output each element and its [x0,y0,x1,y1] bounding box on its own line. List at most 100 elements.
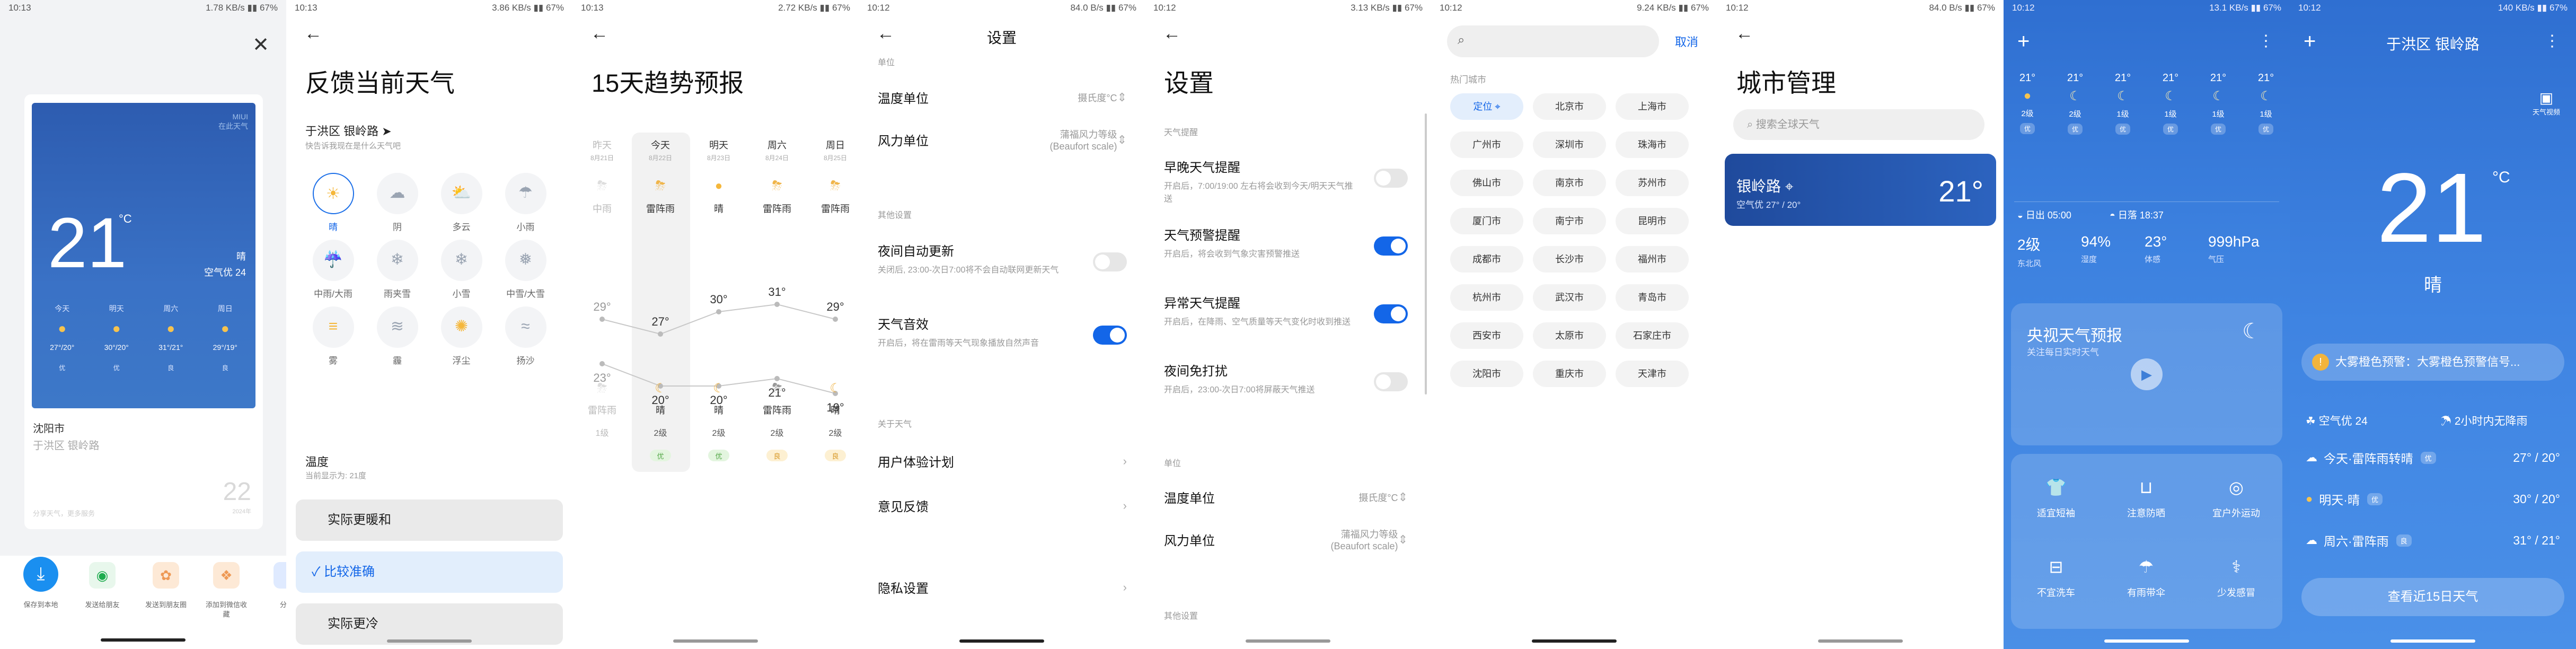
daily-row[interactable]: ☁ 周六·雷阵雨良 31° / 21° [2306,531,2560,549]
back-arrow-icon[interactable]: ← [304,23,322,44]
row-privacy[interactable]: 隐私设置 › [878,578,1127,597]
more-icon[interactable]: ⋮ [2544,32,2560,50]
city-chip[interactable]: 长沙市 [1533,246,1606,273]
city-chip[interactable]: 广州市 [1450,131,1523,158]
back-arrow-icon[interactable]: ← [1163,23,1181,44]
share-target-label[interactable]: 发送到朋友圈 [144,600,188,610]
city-chip[interactable]: 青岛市 [1616,284,1689,311]
moments-icon[interactable]: ✿ [153,562,179,589]
city-chip[interactable]: 福州市 [1616,246,1689,273]
option-warmer[interactable]: 实际更暖和 [296,499,563,541]
video-badge[interactable]: ▣ 天气视频 [2533,89,2560,117]
search-input[interactable]: ⌕ [1447,25,1659,57]
cancel-button[interactable]: 取消 [1675,33,1698,50]
row-temp-unit[interactable]: 温度单位 摄氏度°C ⇕ [878,88,1127,107]
city-chip[interactable]: 天津市 [1616,361,1689,387]
weather-option-light-rain[interactable]: ☂ 小雨 [493,173,558,240]
reminder-toggle[interactable] [1374,304,1408,323]
reminder-toggle[interactable] [1374,372,1408,391]
city-chip[interactable]: 石家庄市 [1616,322,1689,349]
row-ux-plan[interactable]: 用户体验计划 › [878,452,1127,470]
more-icon[interactable]: ⋮ [2258,32,2274,50]
back-arrow-icon[interactable]: ← [590,23,608,44]
toggle-night-update[interactable] [1093,252,1127,271]
play-icon[interactable]: ▶ [2131,358,2163,390]
daily-row[interactable]: ● 明天·晴优 30° / 20° [2306,490,2560,508]
row-feedback[interactable]: 意见反馈 › [878,496,1127,515]
city-chip[interactable]: 深圳市 [1533,131,1606,158]
weather-option-heavy-rain[interactable]: ☔ 中雨/大雨 [301,240,365,306]
city-chip[interactable]: 南京市 [1533,170,1606,196]
share-target-label[interactable]: 保存到本地 [19,600,63,610]
city-chip[interactable]: 沈阳市 [1450,361,1523,387]
add-icon[interactable]: + [2017,30,2030,54]
life-index-item[interactable]: 👕 适宜短袖 [2011,470,2101,549]
search-input[interactable]: ⌕ 搜索全球天气 [1733,109,1984,140]
weather-option-sunny[interactable]: ☀ 晴 [301,173,365,240]
city-chip[interactable]: 西安市 [1450,322,1523,349]
toggle-sound[interactable] [1093,326,1127,345]
weather-option-label: 扬沙 [516,356,535,366]
tv-card[interactable]: 央视天气预报 关注每日实时天气 ▶ ☾ [2011,303,2282,445]
city-chip[interactable]: 厦门市 [1450,208,1523,234]
favorite-icon[interactable]: ❖ [213,562,240,589]
weather-option-sleet[interactable]: ❄ 雨夹雪 [365,240,429,306]
city-card[interactable]: 银岭路 ⌖ 空气优 27° / 20° 21° [1725,154,1996,226]
life-index-item[interactable]: ◎ 宜户外运动 [2191,470,2281,549]
weather-option-cloudy[interactable]: ☁ 阴 [365,173,429,240]
reminder-row[interactable]: 天气预警提醒 开启后，将会收到气象灾害预警推送 [1164,225,1408,259]
life-index-item[interactable]: ☂ 有雨带伞 [2101,549,2191,629]
city-chip[interactable]: 武汉市 [1533,284,1606,311]
weather-option-partly-cloudy[interactable]: ⛅ 多云 [429,173,493,240]
city-chip[interactable]: 太原市 [1533,322,1606,349]
row-wind-unit[interactable]: 风力单位 蒲福风力等级 (Beaufort scale) ⇕ [878,127,1127,152]
city-chip-label: 重庆市 [1555,369,1584,379]
life-index-item[interactable]: ⊟ 不宜洗车 [2011,549,2101,629]
option-colder[interactable]: 实际更冷 [296,603,563,645]
reminder-toggle[interactable] [1374,169,1408,188]
city-chip[interactable]: 佛山市 [1450,170,1523,196]
row-temp-unit[interactable]: 温度单位 摄氏度°C ⇕ [1164,488,1408,506]
close-icon[interactable]: ✕ [252,33,269,57]
row-wind-unit[interactable]: 风力单位 蒲福风力等级 (Beaufort scale) ⇕ [1164,527,1408,552]
back-arrow-icon[interactable]: ← [1735,23,1753,44]
city-chip[interactable]: 北京市 [1533,93,1606,120]
reminder-row[interactable]: 夜间免打扰 开启后，23:00-次日7:00将屏蔽天气推送 [1164,361,1408,395]
reminder-toggle[interactable] [1374,236,1408,256]
row-night-update[interactable]: 夜间自动更新 关闭后, 23:00-次日7:00将不会自动联网更新天气 [878,241,1127,275]
city-chip[interactable]: 重庆市 [1533,361,1606,387]
card-day-temp: 27°/20° [50,343,75,352]
share-target-label[interactable]: 添加到微信收藏 [205,600,248,619]
weather-option-haze[interactable]: ≋ 霾 [365,306,429,373]
download-icon[interactable]: ⤓ [23,557,58,592]
option-accurate[interactable]: ✓ 比较准确 [296,551,563,593]
weather-option-dust[interactable]: ✺ 浮尘 [429,306,493,373]
reminder-title: 夜间免打扰 [1164,364,1228,379]
city-chip[interactable]: 南宁市 [1533,208,1606,234]
life-index-item[interactable]: ⚕ 少发感冒 [2191,549,2281,629]
more-share-icon[interactable] [274,562,286,589]
view-15day-button[interactable]: 查看近15日天气 [2301,578,2564,616]
scrollbar[interactable] [1425,113,1427,394]
weather-option-fog[interactable]: ≡ 雾 [301,306,365,373]
city-chip[interactable]: 上海市 [1616,93,1689,120]
life-index-item[interactable]: ⊔ 注意防晒 [2101,470,2191,549]
alert-banner[interactable]: ! 大雾橙色预警：大雾橙色预警信号... [2301,344,2564,381]
city-chip[interactable]: 杭州市 [1450,284,1523,311]
city-chip[interactable]: 成都市 [1450,246,1523,273]
weather-option-sand[interactable]: ≈ 扬沙 [493,306,558,373]
city-chip[interactable]: 苏州市 [1616,170,1689,196]
share-target-label[interactable]: 发送给朋友 [81,600,124,610]
city-chip[interactable]: 定位 ⌖ [1450,93,1523,120]
daily-row[interactable]: ☁ 今天·雷阵雨转晴优 27° / 20° [2306,449,2560,467]
row-sound[interactable]: 天气音效 开启后，将在雷雨等天气现象播放自然声音 [878,314,1127,348]
day-label: 周六 [767,140,787,151]
reminder-row[interactable]: 早晚天气提醒 开启后，7:00/19:00 左右将会收到今天/明天天气推送 [1164,157,1408,204]
share-target-label[interactable]: 分享 [265,600,286,610]
reminder-row[interactable]: 异常天气提醒 开启后，在降雨、空气质量等天气变化时收到推送 [1164,293,1408,327]
city-chip[interactable]: 珠海市 [1616,131,1689,158]
weather-option-heavy-snow[interactable]: ❅ 中雪/大雪 [493,240,558,306]
city-chip[interactable]: 昆明市 [1616,208,1689,234]
wechat-icon[interactable]: ◉ [89,562,116,589]
weather-option-light-snow[interactable]: ❄ 小雪 [429,240,493,306]
